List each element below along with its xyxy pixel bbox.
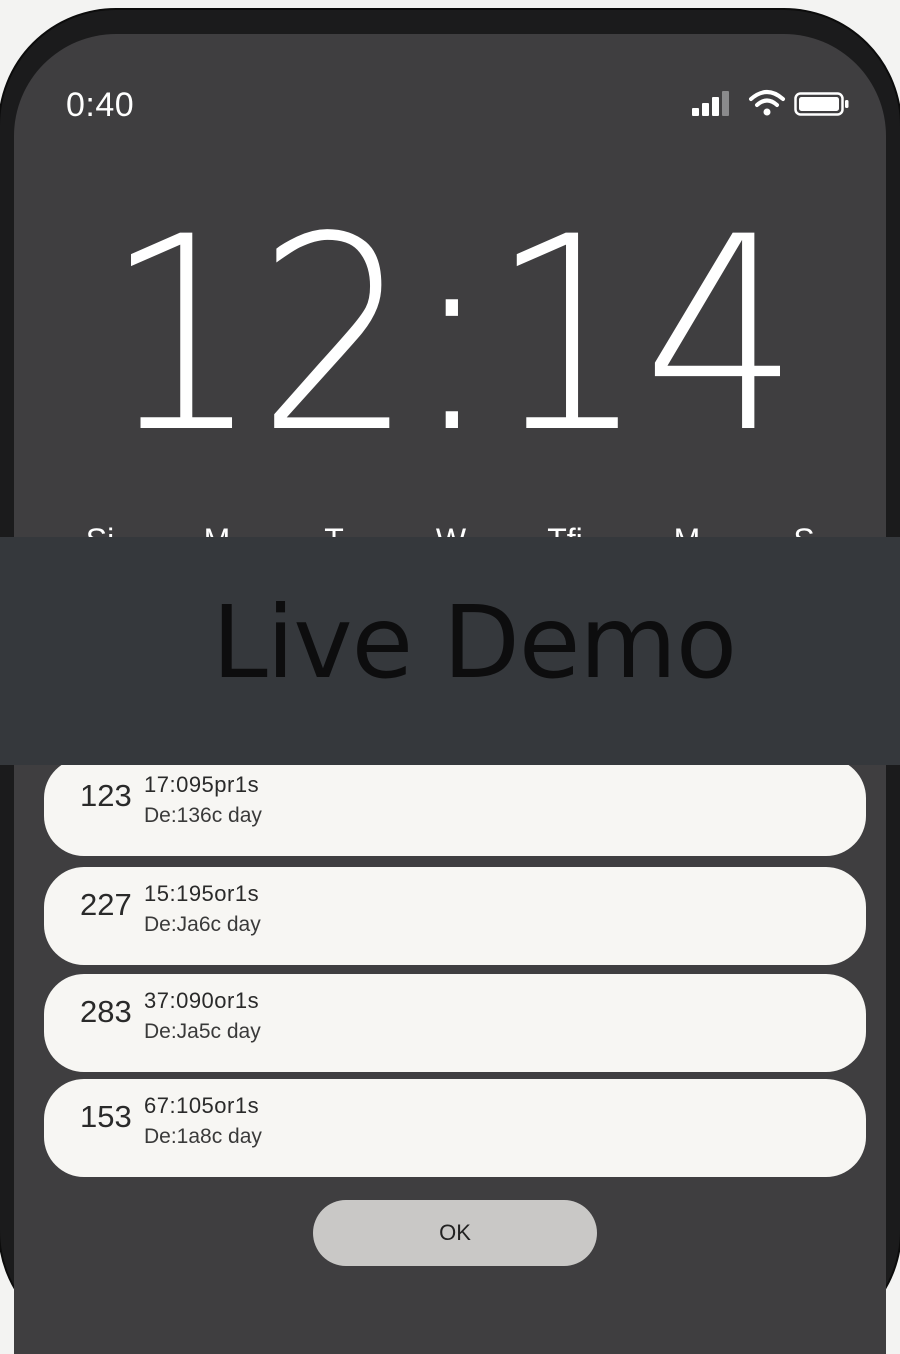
- alarm-time: 67:105or1s: [144, 1093, 260, 1118]
- alarm-time: 37:090or1s: [144, 988, 260, 1013]
- alarm-count: 283: [80, 994, 132, 1029]
- clock-display: 12:14: [103, 180, 800, 492]
- alarm-detail: De:1a8c day: [144, 1125, 262, 1148]
- alarm-time: 15:195or1s: [144, 881, 260, 906]
- alarm-count: 227: [80, 887, 132, 922]
- alarm-list-item[interactable]: 283 37:090or1s De:Ja5c day: [44, 974, 866, 1072]
- cellular-signal-icon: [692, 91, 729, 116]
- ok-button[interactable]: OK: [313, 1200, 597, 1266]
- alarm-list-item[interactable]: 153 67:105or1s De:1a8c day: [44, 1079, 866, 1177]
- battery-icon: [794, 92, 849, 116]
- wifi-icon: [749, 90, 785, 116]
- alarm-time: 17:095pr1s: [144, 772, 260, 797]
- live-demo-banner: Live Demo: [0, 537, 900, 765]
- alarm-detail: De:136c day: [144, 804, 262, 827]
- status-bar-time: 0:40: [66, 86, 135, 124]
- alarm-count: 153: [80, 1099, 132, 1134]
- alarm-detail: De:Ja5c day: [144, 1020, 261, 1043]
- alarm-list-item[interactable]: 227 15:195or1s De:Ja6c day: [44, 867, 866, 965]
- alarm-detail: De:Ja6c day: [144, 913, 261, 936]
- alarm-list-item[interactable]: 123 17:095pr1s De:136c day: [44, 758, 866, 856]
- live-demo-label: Live Demo: [211, 584, 737, 701]
- alarm-count: 123: [80, 778, 132, 813]
